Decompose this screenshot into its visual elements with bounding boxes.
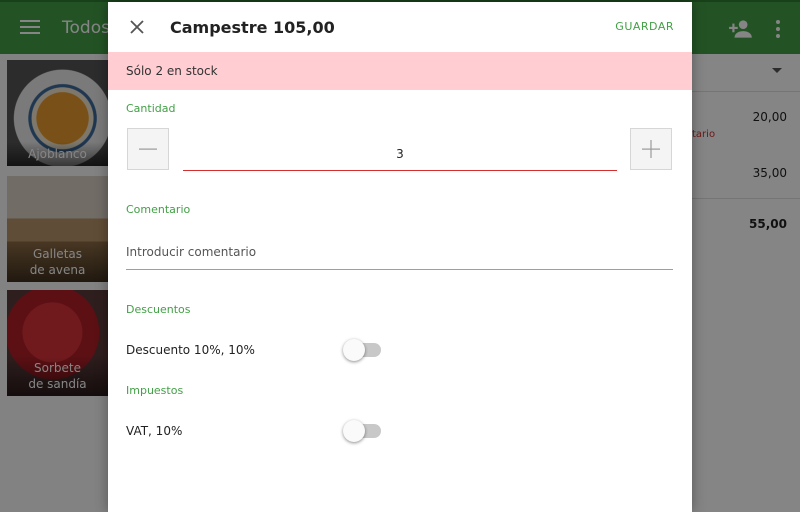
quantity-label: Cantidad: [126, 102, 176, 115]
plus-icon: [642, 140, 660, 158]
save-button[interactable]: GUARDAR: [615, 20, 674, 33]
dialog-title: Campestre 105,00: [170, 18, 335, 37]
stock-warning-banner: Sólo 2 en stock: [108, 52, 692, 90]
discount-item-label: Descuento 10%, 10%: [126, 343, 255, 357]
edit-item-dialog: Campestre 105,00 GUARDAR Sólo 2 en stock…: [108, 2, 692, 512]
taxes-label: Impuestos: [126, 384, 184, 397]
increase-quantity-button[interactable]: [630, 128, 672, 170]
comment-input[interactable]: [126, 234, 673, 270]
decrease-quantity-button[interactable]: [127, 128, 169, 170]
tax-toggle[interactable]: [343, 419, 383, 442]
discounts-label: Descuentos: [126, 303, 191, 316]
toggle-knob: [343, 339, 365, 361]
toggle-knob: [343, 420, 365, 442]
discount-toggle[interactable]: [343, 338, 383, 361]
comment-label: Comentario: [126, 203, 191, 216]
tax-item-label: VAT, 10%: [126, 424, 183, 438]
dialog-header: Campestre 105,00 GUARDAR: [108, 2, 692, 52]
minus-icon: [139, 148, 157, 150]
quantity-input[interactable]: [183, 138, 617, 171]
close-icon[interactable]: [126, 16, 148, 38]
